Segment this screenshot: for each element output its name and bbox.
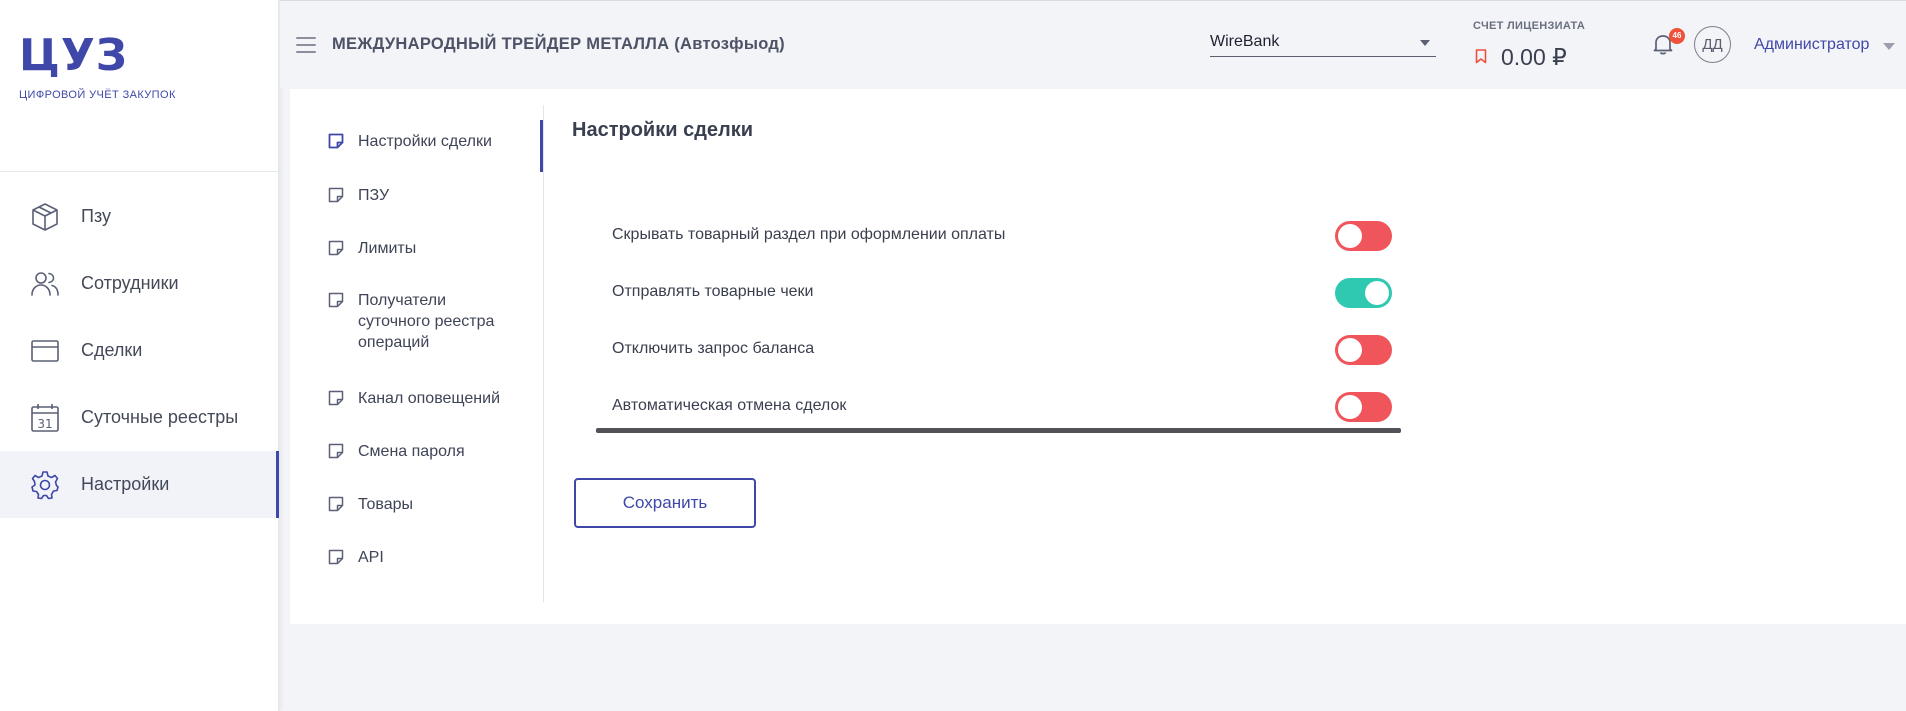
- sidebar-item-label: Сотрудники: [81, 273, 179, 293]
- gear-icon: [29, 469, 61, 501]
- setting-label: Скрывать товарный раздел при оформлении …: [612, 226, 1006, 243]
- chevron-down-icon[interactable]: [1883, 43, 1895, 50]
- note-icon: [328, 240, 344, 256]
- note-icon: [328, 292, 344, 308]
- toggle-knob: [1338, 224, 1362, 248]
- subnav-item-change-password[interactable]: Смена пароля: [328, 441, 518, 462]
- note-icon: [328, 390, 344, 406]
- subnav-item-label: Лимиты: [358, 240, 417, 257]
- subnav-item-label: Настройки сделки: [358, 133, 492, 150]
- subnav-item-registry-recipients[interactable]: Получатели суточного реестра операций: [328, 290, 518, 353]
- user-role-menu[interactable]: Администратор: [1754, 36, 1869, 54]
- sidebar-item-settings[interactable]: Настройки: [0, 451, 279, 518]
- subnav-active-indicator: [540, 120, 543, 172]
- calendar-icon-day: 31: [37, 417, 52, 431]
- sidebar-item-employees[interactable]: Сотрудники: [0, 250, 279, 317]
- save-button[interactable]: Сохранить: [574, 478, 756, 528]
- sidebar-item-label: Суточные реестры: [81, 407, 239, 427]
- settings-subnav: Настройки сделки ПЗУ Лимиты Получатели с…: [290, 105, 544, 602]
- sidebar-nav: Пзу Сотрудники Сделки 31 Суточные реестр…: [0, 183, 279, 518]
- subnav-item-label: Смена пароля: [358, 443, 465, 460]
- note-icon: [328, 549, 344, 565]
- subnav-item-pzu[interactable]: ПЗУ: [328, 185, 518, 206]
- toggle-knob: [1338, 395, 1362, 419]
- sidebar-item-pzu[interactable]: Пзу: [0, 183, 279, 250]
- users-icon: [29, 268, 61, 300]
- toggle-knob: [1365, 281, 1389, 305]
- toggle-knob: [1338, 338, 1362, 362]
- sidebar-divider: [0, 171, 279, 172]
- sidebar: ЦУЗ ЦИФРОВОЙ УЧЁТ ЗАКУПОК Пзу Сотрудники…: [0, 0, 279, 711]
- subnav-item-deal-settings[interactable]: Настройки сделки: [328, 131, 518, 152]
- toggle-disable-balance[interactable]: [1335, 335, 1392, 365]
- setting-label: Автоматическая отмена сделок: [612, 397, 847, 414]
- sidebar-item-label: Настройки: [81, 474, 170, 494]
- subnav-item-goods[interactable]: Товары: [328, 494, 518, 515]
- subnav-item-label: Товары: [358, 496, 414, 513]
- box-icon: [29, 201, 61, 233]
- setting-label: Отправлять товарные чеки: [612, 283, 814, 300]
- chevron-down-icon: [1420, 40, 1430, 46]
- settings-divider: [596, 428, 1401, 433]
- subnav-item-label: ПЗУ: [358, 187, 390, 204]
- calendar-icon: 31: [29, 402, 61, 434]
- toggle-send-receipts[interactable]: [1335, 278, 1392, 308]
- card-icon: [29, 335, 61, 367]
- setting-row-hide-goods: Скрывать товарный раздел при оформлении …: [612, 218, 1392, 254]
- toggle-auto-cancel[interactable]: [1335, 392, 1392, 422]
- subnav-item-label: Получатели суточного реестра операций: [358, 292, 495, 351]
- page-title: Настройки сделки: [572, 119, 754, 141]
- menu-toggle-icon[interactable]: [296, 37, 316, 53]
- note-icon: [328, 133, 344, 149]
- subnav-item-limits[interactable]: Лимиты: [328, 238, 518, 259]
- toggle-hide-goods[interactable]: [1335, 221, 1392, 251]
- setting-row-send-receipts: Отправлять товарные чеки: [612, 275, 1392, 311]
- bank-select[interactable]: WireBank: [1210, 31, 1436, 57]
- subnav-item-notification-channel[interactable]: Канал оповещений: [328, 388, 518, 409]
- sidebar-item-label: Сделки: [81, 340, 143, 360]
- note-icon: [328, 443, 344, 459]
- account-label: СЧЕТ ЛИЦЕНЗИАТА: [1473, 20, 1586, 32]
- sidebar-item-deals[interactable]: Сделки: [0, 317, 279, 384]
- account-balance: 0.00 ₽: [1501, 44, 1567, 70]
- setting-row-disable-balance: Отключить запрос баланса: [612, 332, 1392, 368]
- app-logo-subtitle: ЦИФРОВОЙ УЧЁТ ЗАКУПОК: [19, 89, 176, 101]
- note-icon: [328, 187, 344, 203]
- sidebar-item-label: Пзу: [81, 206, 111, 226]
- sidebar-item-daily-registers[interactable]: 31 Суточные реестры: [0, 384, 279, 451]
- bookmark-icon: [1475, 49, 1487, 69]
- setting-row-auto-cancel: Автоматическая отмена сделок: [612, 389, 1392, 425]
- top-bar: МЕЖДУНАРОДНЫЙ ТРЕЙДЕР МЕТАЛЛА (Автозфыод…: [280, 0, 1906, 88]
- subnav-item-api[interactable]: API: [328, 547, 518, 568]
- app-logo[interactable]: ЦУЗ: [19, 30, 128, 81]
- settings-content: Настройки сделки Скрывать товарный разде…: [544, 89, 1906, 624]
- setting-label: Отключить запрос баланса: [612, 340, 815, 357]
- avatar[interactable]: ДД: [1694, 26, 1731, 63]
- subnav-item-label: API: [358, 549, 384, 566]
- settings-card: Настройки сделки ПЗУ Лимиты Получатели с…: [290, 89, 1906, 624]
- notifications-badge: 46: [1669, 28, 1685, 44]
- subnav-item-label: Канал оповещений: [358, 390, 501, 407]
- bank-select-value: WireBank: [1210, 33, 1280, 50]
- company-title: МЕЖДУНАРОДНЫЙ ТРЕЙДЕР МЕТАЛЛА (Автозфыод…: [332, 35, 785, 53]
- note-icon: [328, 496, 344, 512]
